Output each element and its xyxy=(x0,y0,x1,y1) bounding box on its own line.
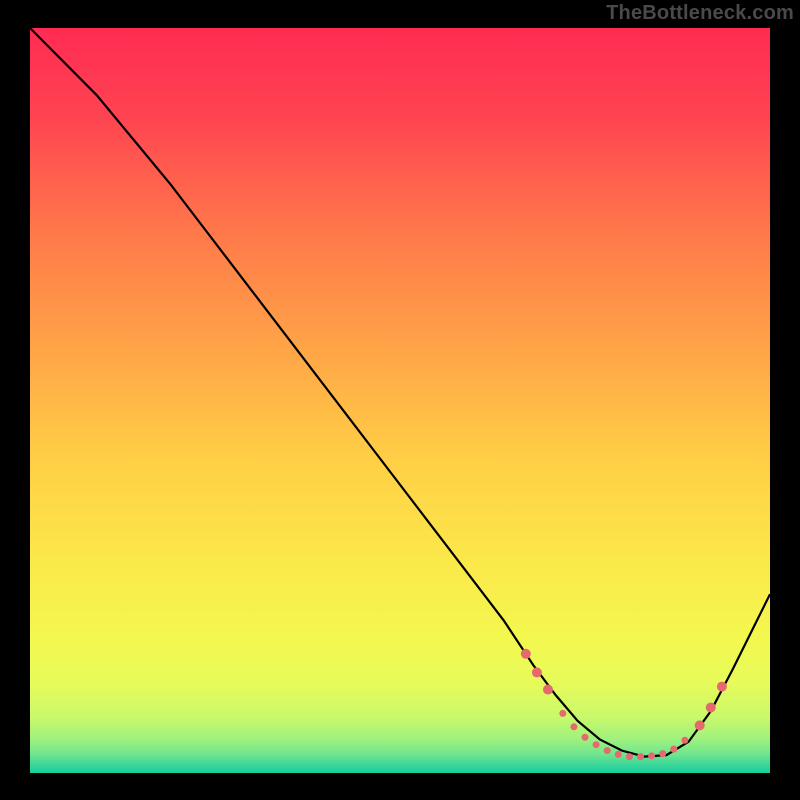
gradient-background xyxy=(30,28,770,773)
valley-marker-dot xyxy=(570,723,577,730)
valley-marker-dot xyxy=(637,753,644,760)
valley-marker-dot xyxy=(648,752,655,759)
valley-marker-dot xyxy=(626,753,633,760)
valley-marker-dot xyxy=(593,741,600,748)
valley-marker-dot xyxy=(604,747,611,754)
valley-marker-dot xyxy=(582,734,589,741)
valley-marker-dot xyxy=(659,750,666,757)
valley-marker-dot xyxy=(695,720,705,730)
valley-marker-dot xyxy=(706,702,716,712)
valley-marker-dot xyxy=(717,682,727,692)
valley-marker-dot xyxy=(681,737,688,744)
valley-marker-dot xyxy=(532,667,542,677)
bottleneck-chart-svg xyxy=(30,28,770,773)
valley-marker-dot xyxy=(543,685,553,695)
valley-marker-dot xyxy=(521,649,531,659)
valley-marker-dot xyxy=(670,746,677,753)
chart-frame: TheBottleneck.com xyxy=(0,0,800,800)
valley-marker-dot xyxy=(559,710,566,717)
watermark-text: TheBottleneck.com xyxy=(606,2,794,25)
valley-marker-dot xyxy=(615,751,622,758)
plot-area xyxy=(30,28,770,773)
